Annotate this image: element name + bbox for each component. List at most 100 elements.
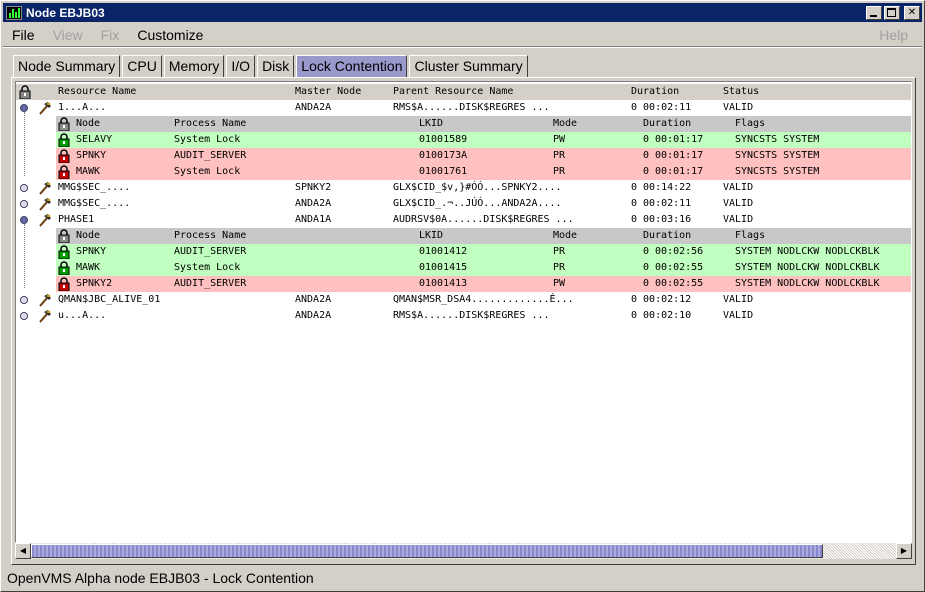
col-flags[interactable]: Flags (735, 116, 765, 132)
maximize-button[interactable] (884, 5, 900, 20)
col-lkid[interactable]: LKID (419, 228, 443, 244)
resource-row[interactable]: MMG$SEC_.... SPNKY2 GLX$CID_$v,}#ÓÓ...SPNK… (16, 180, 911, 196)
lock-duration: 0 00:01:17 (643, 134, 704, 145)
lock-lkid: 01001589 (419, 134, 468, 145)
lock-duration: 0 00:01:17 (643, 150, 704, 161)
menu-customize[interactable]: Customize (128, 27, 212, 43)
lock-header-icon (19, 85, 31, 100)
col-resource-name[interactable]: Resource Name (58, 84, 136, 100)
hammer-icon (38, 101, 52, 115)
lock-node: SPNKY (76, 150, 107, 161)
status: VALID (723, 198, 754, 209)
lock-flags: SYSTEM NODLCKW NODLCKBLK (735, 262, 880, 273)
waiting-lock-icon (58, 277, 70, 292)
expander-icon[interactable] (20, 312, 28, 320)
title-bar[interactable]: Node EBJB03 ✕ (3, 3, 922, 22)
tab-cluster-summary[interactable]: Cluster Summary (409, 55, 528, 77)
col-parent-resource[interactable]: Parent Resource Name (393, 84, 513, 100)
lock-node: SPNKY (76, 246, 107, 257)
menu-file[interactable]: File (3, 27, 44, 43)
col-status[interactable]: Status (723, 84, 759, 100)
arrow-left-icon: ◀ (19, 546, 27, 555)
lock-mode: PW (553, 134, 566, 145)
lock-mode: PR (553, 150, 566, 161)
horizontal-scrollbar[interactable]: ◀ ▶ (15, 543, 912, 559)
expander-icon[interactable] (20, 200, 28, 208)
lock-flags: SYNCSTS SYSTEM (735, 150, 820, 161)
lock-lkid: 01001415 (419, 262, 468, 273)
tab-strip: Node Summary CPU Memory I/O Disk Lock Content… (13, 55, 530, 77)
lock-header-icon (58, 229, 70, 244)
lock-contention-table[interactable]: Resource Name Master Node Parent Resource … (15, 81, 912, 543)
parent-resource-name: GLX$CID_.¬..JÚÓ...ANDA2A.... (393, 198, 562, 209)
lock-lkid: 0100173A (419, 150, 468, 161)
scroll-right-button[interactable]: ▶ (896, 543, 912, 559)
lock-row[interactable]: SPNKY2 AUDIT_SERVER 01001413 PW 0 00:02:55 SY… (56, 276, 911, 292)
resource-row[interactable]: 1...A... ANDA2A RMS$A......DISK$REGRES ...… (16, 100, 911, 116)
status: VALID (723, 214, 754, 225)
parent-resource-name: AUDRSV$0A......DISK$REGRES ... (393, 214, 574, 225)
status: VALID (723, 102, 754, 113)
col-process-name[interactable]: Process Name (174, 116, 246, 132)
hammer-icon (38, 181, 52, 195)
col-lock-duration[interactable]: Duration (643, 116, 691, 132)
col-mode[interactable]: Mode (553, 116, 577, 132)
tab-memory[interactable]: Memory (163, 55, 225, 77)
scroll-thumb[interactable] (31, 544, 823, 558)
tab-lock-contention[interactable]: Lock Contention (296, 55, 408, 77)
tab-i-o[interactable]: I/O (226, 55, 256, 77)
menu-help[interactable]: Help (870, 27, 922, 43)
lock-header-icon (58, 117, 70, 132)
expander-icon[interactable] (20, 216, 28, 224)
master-node: ANDA2A (295, 198, 332, 209)
col-node[interactable]: Node (76, 228, 100, 244)
resource-name: 1...A... (58, 102, 107, 113)
expander-icon[interactable] (20, 104, 28, 112)
resource-row[interactable]: MMG$SEC_.... ANDA2A GLX$CID_.¬..JÚÓ...ANDA… (16, 196, 911, 212)
lock-row[interactable]: MAWK System Lock 01001415 PR 0 00:02:55 SYSTE… (56, 260, 911, 276)
col-process-name[interactable]: Process Name (174, 228, 246, 244)
status-bar: OpenVMS Alpha node EBJB03 - Lock Content… (7, 570, 314, 586)
lock-row[interactable]: SPNKY AUDIT_SERVER 01001412 PR 0 00:02:56 SYS… (56, 244, 911, 260)
lock-lkid: 01001412 (419, 246, 468, 257)
resource-row[interactable]: QMAN$JBC_ALIVE_01 ANDA2A QMAN$MSR_DSA4....… (16, 292, 911, 308)
minimize-button[interactable] (866, 5, 882, 20)
expander-icon[interactable] (20, 184, 28, 192)
maximize-icon (887, 7, 896, 17)
scroll-left-button[interactable]: ◀ (15, 543, 31, 559)
duration: 0 00:02:10 (631, 310, 692, 321)
tree-line (24, 112, 25, 176)
col-flags[interactable]: Flags (735, 228, 765, 244)
granted-lock-icon (58, 133, 70, 148)
resource-name: QMAN$JBC_ALIVE_01 (58, 294, 161, 305)
lock-node: MAWK (76, 262, 101, 273)
master-node: ANDA2A (295, 102, 332, 113)
lock-row[interactable]: SPNKY AUDIT_SERVER 0100173A PR 0 00:01:17 SYN… (56, 148, 911, 164)
col-master-node[interactable]: Master Node (295, 84, 361, 100)
lock-node: MAWK (76, 166, 101, 177)
lock-lkid: 01001413 (419, 278, 468, 289)
app-chart-icon (6, 5, 22, 20)
lock-row[interactable]: MAWK System Lock 01001761 PR 0 00:01:17 SYNCS… (56, 164, 911, 180)
master-node: ANDA2A (295, 310, 332, 321)
lock-process-name: System Lock (174, 262, 241, 273)
col-mode[interactable]: Mode (553, 228, 577, 244)
master-node: ANDA1A (295, 214, 332, 225)
resource-row[interactable]: u...A... ANDA2A RMS$A......DISK$REGRES ...… (16, 308, 911, 324)
expander-icon[interactable] (20, 296, 28, 304)
col-lock-duration[interactable]: Duration (643, 228, 691, 244)
minimize-icon (870, 14, 877, 17)
duration: 0 00:02:11 (631, 102, 692, 113)
col-duration[interactable]: Duration (631, 84, 679, 100)
close-button[interactable]: ✕ (904, 5, 920, 20)
tab-cpu[interactable]: CPU (122, 55, 162, 77)
resource-row[interactable]: PHASE1 ANDA1A AUDRSV$0A......DISK$REGRES .… (16, 212, 911, 228)
menu-view[interactable]: View (44, 27, 92, 43)
lock-row[interactable]: SELAVY System Lock 01001589 PW 0 00:01:17 SYN… (56, 132, 911, 148)
col-lkid[interactable]: LKID (419, 116, 443, 132)
duration: 0 00:02:11 (631, 198, 692, 209)
col-node[interactable]: Node (76, 116, 100, 132)
menu-fix[interactable]: Fix (92, 27, 129, 43)
tab-node-summary[interactable]: Node Summary (13, 55, 121, 77)
tab-disk[interactable]: Disk (257, 55, 295, 77)
